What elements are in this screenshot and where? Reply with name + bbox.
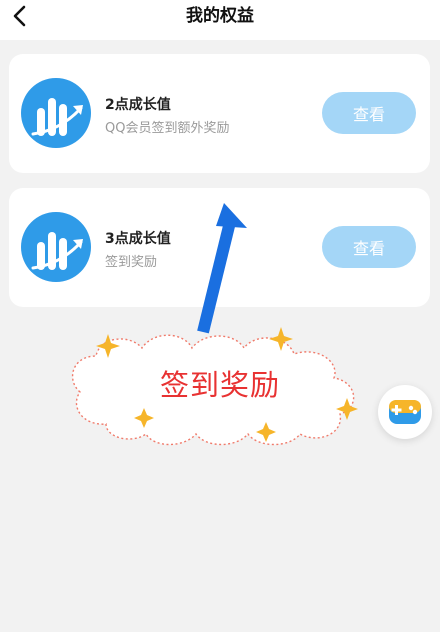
view-button[interactable]: 查看 xyxy=(322,226,416,268)
reward-subtitle: QQ会员签到额外奖励 xyxy=(105,121,230,136)
reward-card: 2点成长值 QQ会员签到额外奖励 查看 xyxy=(9,54,430,173)
annotation-label: 签到奖励 xyxy=(159,368,280,402)
reward-subtitle: 签到奖励 xyxy=(105,255,158,270)
reward-title: 2点成长值 xyxy=(105,97,171,113)
page-title: 我的权益 xyxy=(186,6,254,26)
navigation-bar: 我的权益 xyxy=(0,0,440,40)
game-controller-icon xyxy=(389,400,421,424)
reward-card: 3点成长值 签到奖励 查看 xyxy=(9,188,430,307)
view-button[interactable]: 查看 xyxy=(322,92,416,134)
growth-chart-icon xyxy=(21,212,91,282)
growth-chart-icon xyxy=(21,78,91,148)
game-center-button[interactable] xyxy=(378,385,432,439)
reward-title: 3点成长值 xyxy=(105,231,171,247)
